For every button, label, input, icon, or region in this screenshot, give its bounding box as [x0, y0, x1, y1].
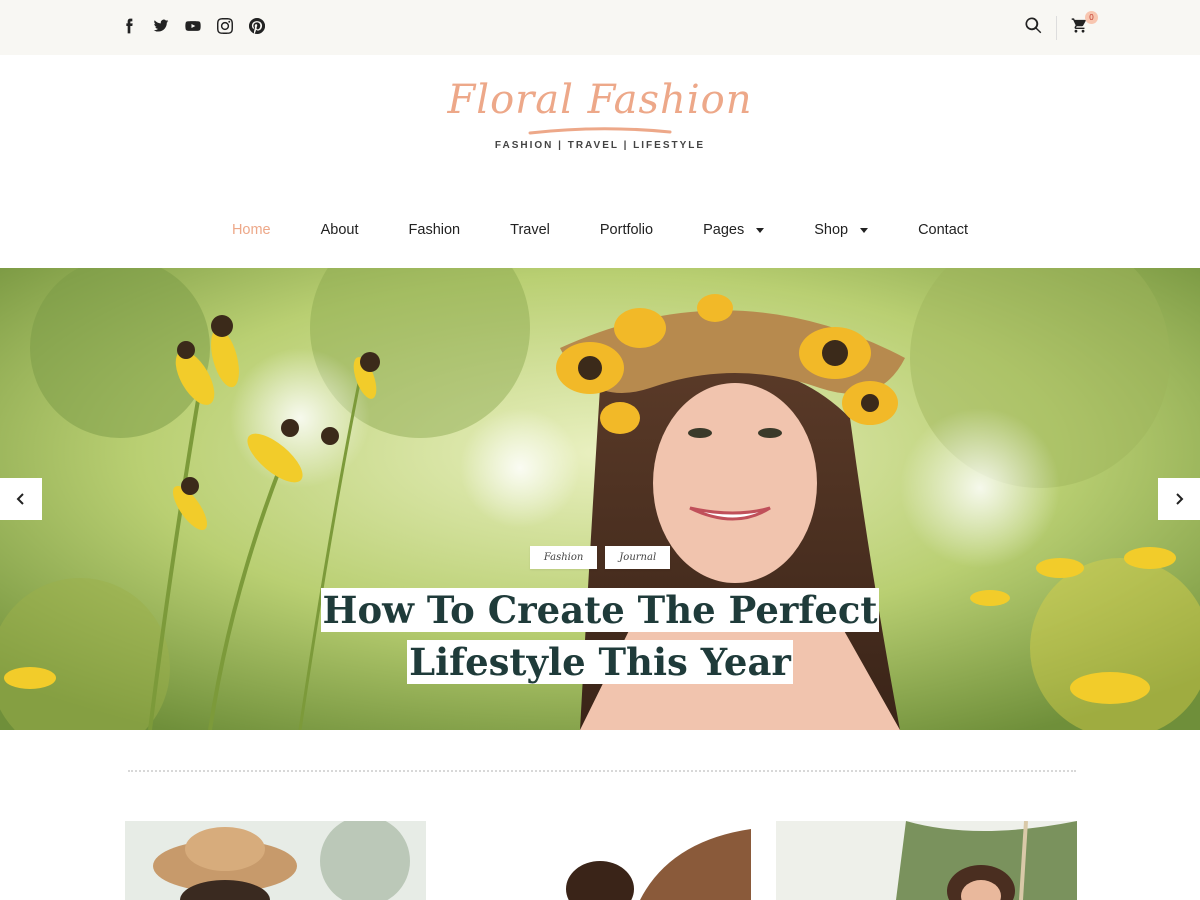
chevron-right-icon — [1176, 493, 1184, 505]
hero-post-title[interactable]: How To Create The Perfect Lifestyle This… — [0, 584, 1200, 688]
nav-item-pages[interactable]: Pages — [678, 218, 789, 242]
post-thumbnail — [450, 821, 751, 900]
nav-label: Fashion — [408, 222, 461, 238]
nav-item-about[interactable]: About — [296, 218, 384, 242]
divider — [1056, 16, 1057, 40]
nav-label: Home — [231, 222, 271, 238]
search-icon[interactable] — [1025, 17, 1042, 39]
pinterest-icon[interactable] — [248, 17, 266, 35]
post-thumbnail — [125, 821, 426, 900]
post-thumbnail — [776, 821, 1077, 900]
top-bar: 0 — [0, 0, 1200, 55]
social-links — [120, 17, 266, 35]
category-tag-journal[interactable]: Journal — [605, 546, 671, 569]
chevron-down-icon — [860, 227, 869, 233]
section-divider — [128, 770, 1076, 772]
nav-item-fashion[interactable]: Fashion — [384, 218, 486, 242]
nav-item-contact[interactable]: Contact — [893, 218, 993, 242]
youtube-icon[interactable] — [184, 17, 202, 35]
twitter-icon[interactable] — [152, 17, 170, 35]
nav-item-shop[interactable]: Shop — [789, 218, 893, 242]
site-logo[interactable]: Floral Fashion FASHION | TRAVEL | LIFEST… — [0, 80, 1200, 151]
main-navigation: Home About Fashion Travel Portfolio Page… — [0, 218, 1200, 242]
post-card-image[interactable] — [125, 821, 426, 900]
nav-item-portfolio[interactable]: Portfolio — [575, 218, 678, 242]
nav-label: About — [320, 222, 359, 238]
slider-next-button[interactable] — [1158, 478, 1200, 520]
hero-title-line1: How To Create The Perfect — [320, 588, 880, 632]
hero-slider: Fashion Journal How To Create The Perfec… — [0, 268, 1200, 730]
nav-label: Pages — [703, 222, 745, 238]
chevron-down-icon — [756, 227, 765, 233]
post-categories: Fashion Journal — [0, 546, 1200, 569]
slider-prev-button[interactable] — [0, 478, 42, 520]
nav-label: Contact — [918, 222, 969, 238]
nav-label: Travel — [510, 222, 550, 238]
chevron-left-icon — [16, 493, 24, 505]
nav-item-travel[interactable]: Travel — [485, 218, 575, 242]
post-card-image[interactable] — [776, 821, 1077, 900]
logo-swash — [528, 127, 672, 135]
post-card-image[interactable] — [450, 821, 751, 900]
category-tag-fashion[interactable]: Fashion — [529, 546, 598, 569]
logo-tagline: FASHION | TRAVEL | LIFESTYLE — [494, 140, 706, 151]
nav-label: Shop — [814, 222, 849, 238]
cart-icon[interactable]: 0 — [1071, 11, 1098, 39]
nav-item-home[interactable]: Home — [207, 218, 296, 242]
instagram-icon[interactable] — [216, 17, 234, 35]
nav-label: Portfolio — [599, 222, 654, 238]
hero-title-line2: Lifestyle This Year — [407, 640, 793, 684]
facebook-icon[interactable] — [120, 17, 138, 35]
logo-title: Floral Fashion — [447, 77, 753, 123]
cart-count-badge: 0 — [1085, 11, 1098, 24]
